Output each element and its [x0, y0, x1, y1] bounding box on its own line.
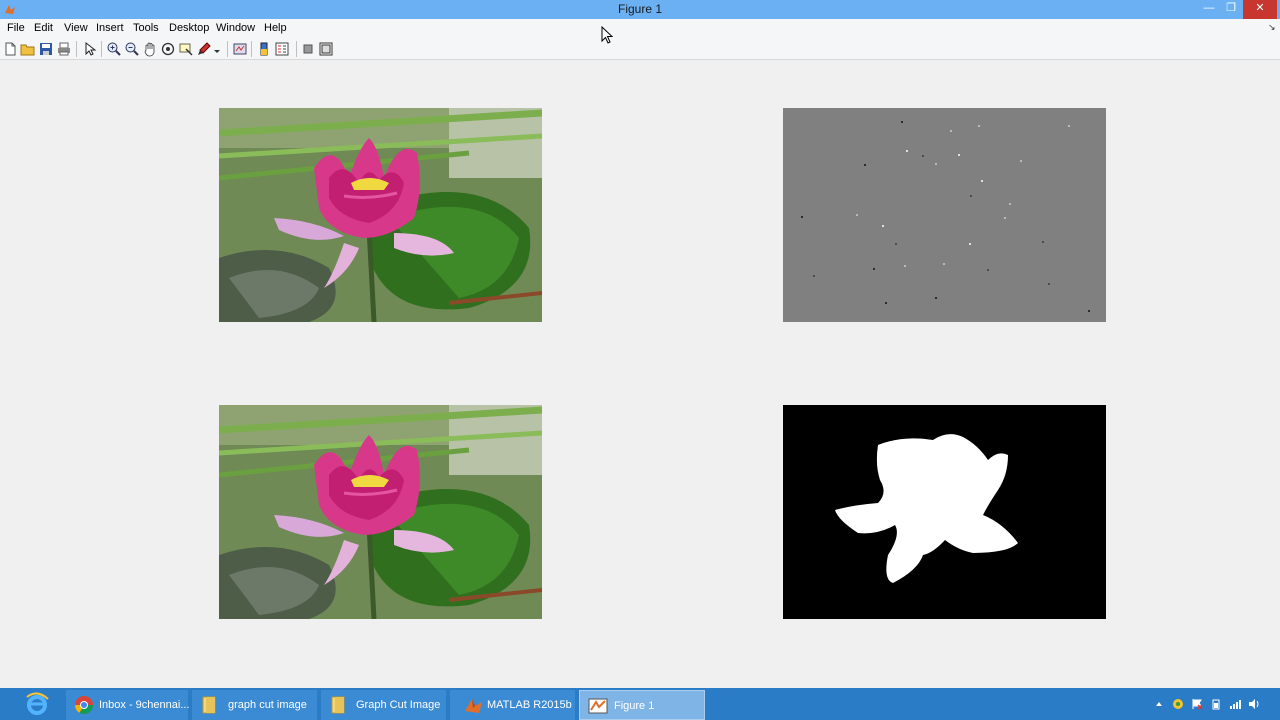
matlab-icon [465, 699, 482, 713]
menu-desktop[interactable]: Desktop [169, 22, 209, 34]
figure-toolbar [0, 38, 1280, 60]
show-hidden-icons-icon[interactable] [1154, 698, 1164, 710]
insert-legend-icon[interactable] [274, 41, 290, 57]
toolbar-separator [227, 41, 228, 57]
insert-colorbar-icon[interactable] [256, 41, 272, 57]
taskbar-item-label: MATLAB R2015b [487, 699, 572, 711]
menu-tools[interactable]: Tools [133, 22, 159, 34]
figure-canvas[interactable] [0, 60, 1280, 688]
taskbar-item-label: graph cut image [228, 699, 307, 711]
battery-icon[interactable] [1210, 698, 1222, 710]
restored-image-panel[interactable] [219, 405, 542, 619]
noise-image-panel[interactable] [783, 108, 1106, 322]
pan-hand-icon[interactable] [142, 41, 158, 57]
restore-button[interactable]: ❐ [1220, 0, 1242, 19]
menu-file[interactable]: File [7, 22, 25, 34]
hide-plot-tools-icon[interactable] [300, 41, 316, 57]
rotate-3d-icon[interactable] [160, 41, 176, 57]
close-button[interactable]: ✕ [1243, 0, 1277, 19]
dock-arrow-icon[interactable]: ↘ [1268, 22, 1276, 33]
toolbar-separator [76, 41, 77, 57]
open-file-icon[interactable] [20, 41, 36, 57]
toolbar-separator [296, 41, 297, 57]
zoom-out-icon[interactable] [124, 41, 140, 57]
new-figure-icon[interactable] [2, 41, 18, 57]
taskbar-item-matlab[interactable]: MATLAB R2015b [450, 690, 575, 720]
noise-dots [801, 121, 1090, 312]
original-image-panel[interactable] [219, 108, 542, 322]
internet-explorer-icon[interactable] [24, 691, 50, 717]
window-title: Figure 1 [617, 2, 663, 16]
figure-icon [588, 698, 608, 714]
lotus-photo [219, 108, 542, 322]
taskbar-item-label: Figure 1 [614, 700, 655, 712]
minimize-button[interactable]: — [1198, 0, 1220, 19]
taskbar-item-chrome[interactable]: Inbox - 9chennai... [66, 690, 190, 720]
volume-icon[interactable] [1248, 698, 1260, 710]
brush-icon[interactable] [196, 41, 212, 57]
menu-view[interactable]: View [64, 22, 88, 34]
tray-app-icon[interactable] [1172, 698, 1184, 710]
title-bar: Figure 1 — ❐ ✕ [0, 0, 1280, 19]
segmentation-mask-panel[interactable] [783, 405, 1106, 619]
taskbar-item-label: Inbox - 9chennai... [99, 699, 190, 711]
flower-mask [835, 434, 1018, 583]
edit-plot-arrow-icon[interactable] [82, 41, 98, 57]
network-icon[interactable] [1229, 698, 1241, 710]
folder-icon [202, 696, 216, 714]
folder-icon [331, 696, 345, 714]
print-icon[interactable] [56, 41, 72, 57]
windows-taskbar: Inbox - 9chennai... graph cut image Grap… [0, 688, 1280, 720]
save-icon[interactable] [38, 41, 54, 57]
zoom-in-icon[interactable] [106, 41, 122, 57]
chrome-icon [75, 696, 93, 715]
taskbar-item-folder-2[interactable]: Graph Cut Image [321, 690, 446, 720]
action-center-flag-icon[interactable] [1191, 698, 1203, 710]
menu-bar: File Edit View Insert Tools Desktop Wind… [0, 19, 1280, 38]
taskbar-item-folder-1[interactable]: graph cut image [192, 690, 317, 720]
taskbar-item-label: Graph Cut Image [356, 699, 441, 711]
show-plot-tools-icon[interactable] [318, 41, 334, 57]
lotus-photo-restored [219, 405, 542, 619]
taskbar-item-figure[interactable]: Figure 1 [579, 690, 705, 720]
mouse-cursor-icon [601, 26, 613, 44]
toolbar-separator [101, 41, 102, 57]
menu-help[interactable]: Help [264, 22, 287, 34]
brush-dropdown-icon[interactable] [212, 41, 222, 57]
menu-window[interactable]: Window [216, 22, 255, 34]
menu-edit[interactable]: Edit [34, 22, 53, 34]
data-cursor-icon[interactable] [178, 41, 194, 57]
link-plot-icon[interactable] [232, 41, 248, 57]
toolbar-separator [251, 41, 252, 57]
menu-insert[interactable]: Insert [96, 22, 124, 34]
